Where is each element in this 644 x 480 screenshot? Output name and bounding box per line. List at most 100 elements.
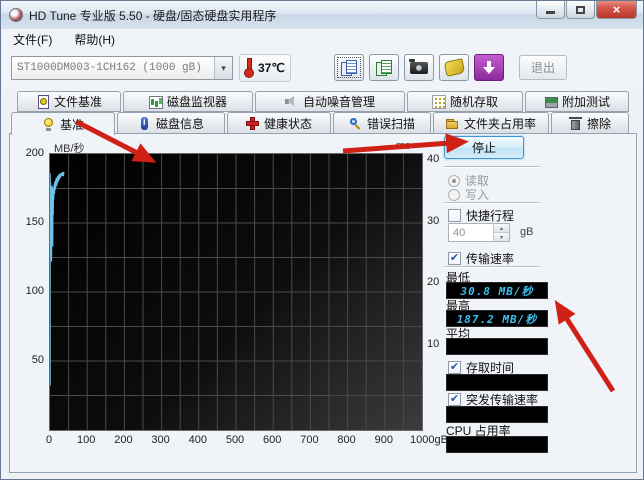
tab-label: 错误扫描	[366, 116, 415, 131]
short-stroke-label: 快捷行程	[466, 209, 515, 223]
tab-error-scan[interactable]: 错误扫描	[333, 112, 431, 134]
menu-help[interactable]: 帮助(H)	[64, 29, 125, 50]
x-tick: 600	[263, 434, 282, 446]
average-display	[446, 338, 548, 355]
x-tick: 400	[188, 434, 207, 446]
tab-label: 擦除	[586, 116, 611, 131]
tab-disk-info[interactable]: 磁盘信息	[117, 112, 225, 134]
tab-erase[interactable]: 擦除	[551, 112, 629, 134]
benchmark-chart-plot	[49, 153, 423, 431]
tab-label: 健康状态	[263, 116, 312, 131]
cpu-usage-display	[446, 436, 548, 453]
app-icon	[9, 8, 23, 22]
tab-label: 文件夹占用率	[463, 116, 536, 131]
tab-label: 磁盘监视器	[166, 95, 227, 109]
random-access-icon	[431, 95, 446, 109]
radio-read-icon	[448, 174, 460, 187]
tab-extra-tests[interactable]: 附加测试	[525, 91, 629, 112]
tab-random-access[interactable]: 随机存取	[407, 91, 523, 112]
copy-image-icon	[376, 60, 392, 76]
tab-label: 自动噪音管理	[302, 95, 375, 109]
chevron-down-icon[interactable]: ▾	[214, 57, 232, 79]
short-stroke-checkbox[interactable]: 快捷行程	[448, 207, 514, 224]
maximize-icon	[576, 5, 585, 14]
window-title: HD Tune 专业版 5.50 - 硬盘/固态硬盘实用程序	[29, 9, 277, 23]
download-arrow-icon	[483, 60, 495, 75]
screenshot-button[interactable]	[404, 54, 434, 81]
x-tick: 900	[374, 434, 393, 446]
short-stroke-unit: gB	[520, 226, 534, 238]
update-button[interactable]	[474, 54, 504, 81]
tab-health[interactable]: 健康状态	[227, 112, 331, 134]
app-window: HD Tune 专业版 5.50 - 硬盘/固态硬盘实用程序 × 文件(F) 帮…	[0, 0, 644, 480]
temperature-value: 37℃	[258, 61, 285, 75]
temperature-button[interactable]: 37℃	[239, 54, 291, 82]
short-stroke-stepper[interactable]: 40 ▴ ▾	[448, 223, 510, 242]
exit-button[interactable]: 退出	[519, 55, 567, 80]
checkbox-checked-icon: ✔	[448, 361, 461, 374]
menu-file[interactable]: 文件(F)	[3, 29, 62, 50]
tab-benchmark[interactable]: 基准	[11, 112, 115, 135]
menubar: 文件(F) 帮助(H)	[1, 29, 643, 51]
toolbar: ST1000DM003-1CH162 (1000 gB) ▾ 37℃ 退出	[1, 50, 643, 90]
burst-rate-display	[446, 406, 548, 423]
close-button[interactable]: ×	[596, 1, 637, 19]
radio-write-label: 写入	[465, 188, 490, 202]
minimize-button[interactable]	[536, 1, 565, 19]
read-speed-line	[50, 171, 65, 386]
y-left-tick: 150	[25, 216, 44, 228]
tab-aam[interactable]: 自动噪音管理	[255, 91, 405, 112]
titlebar: HD Tune 专业版 5.50 - 硬盘/固态硬盘实用程序 ×	[1, 1, 643, 30]
checkbox-checked-icon: ✔	[448, 252, 461, 265]
folder-icon	[445, 117, 459, 130]
access-time-display	[446, 374, 548, 391]
radio-write[interactable]: 写入	[448, 186, 489, 203]
y-right-tick: 20	[427, 276, 440, 288]
stop-button[interactable]: 停止	[444, 136, 524, 159]
tab-disk-monitor[interactable]: 磁盘监视器	[123, 91, 253, 112]
x-tick: 0	[45, 434, 53, 446]
y-right-tick: 10	[427, 337, 440, 350]
tab-label: 文件基准	[53, 95, 102, 109]
copy-text-icon	[341, 60, 357, 76]
copy-image-button[interactable]	[369, 54, 399, 81]
y-right-axis-label: ms	[396, 140, 411, 152]
tab-file-benchmark[interactable]: 文件基准	[17, 91, 121, 112]
trash-icon	[568, 116, 582, 130]
x-tick: 500	[225, 434, 245, 446]
info-icon	[138, 116, 151, 130]
magnifier-icon	[349, 117, 362, 130]
tab-label: 随机存取	[449, 95, 498, 109]
x-tick: 300	[151, 434, 170, 446]
health-cross-icon	[245, 116, 259, 130]
benchmark-chart-svg	[50, 154, 422, 430]
y-right-tick: 30	[427, 214, 440, 227]
copy-text-button[interactable]	[334, 54, 364, 81]
tab-folder-usage[interactable]: 文件夹占用率	[433, 112, 549, 134]
transfer-rate-label: 传输速率	[466, 252, 515, 266]
drive-select-value: ST1000DM003-1CH162 (1000 gB)	[17, 62, 202, 74]
speaker-icon	[284, 95, 298, 108]
drive-select[interactable]: ST1000DM003-1CH162 (1000 gB) ▾	[11, 56, 233, 80]
thermometer-icon	[244, 58, 254, 78]
tab-label: 附加测试	[561, 95, 610, 109]
spin-up-icon[interactable]: ▴	[494, 224, 509, 233]
separator	[444, 166, 540, 168]
separator	[444, 266, 540, 268]
transfer-rate-checkbox[interactable]: ✔ 传输速率	[448, 250, 514, 267]
camera-icon	[409, 58, 428, 74]
spin-down-icon[interactable]: ▾	[494, 233, 509, 241]
file-benchmark-icon	[36, 95, 49, 109]
tab-label: 磁盘信息	[155, 116, 204, 131]
maximize-button[interactable]	[566, 1, 595, 19]
checkbox-unchecked-icon	[448, 209, 461, 222]
x-tick: 200	[114, 434, 133, 446]
checkbox-checked-icon: ✔	[448, 393, 461, 406]
y-left-tick: 200	[25, 147, 44, 159]
tab-label: 基准	[59, 117, 84, 132]
gold-disk-icon	[443, 58, 465, 77]
y-left-tick: 100	[25, 285, 44, 297]
save-button[interactable]	[439, 54, 469, 81]
extra-tests-icon	[544, 95, 558, 108]
y-left-tick: 50	[31, 354, 44, 366]
